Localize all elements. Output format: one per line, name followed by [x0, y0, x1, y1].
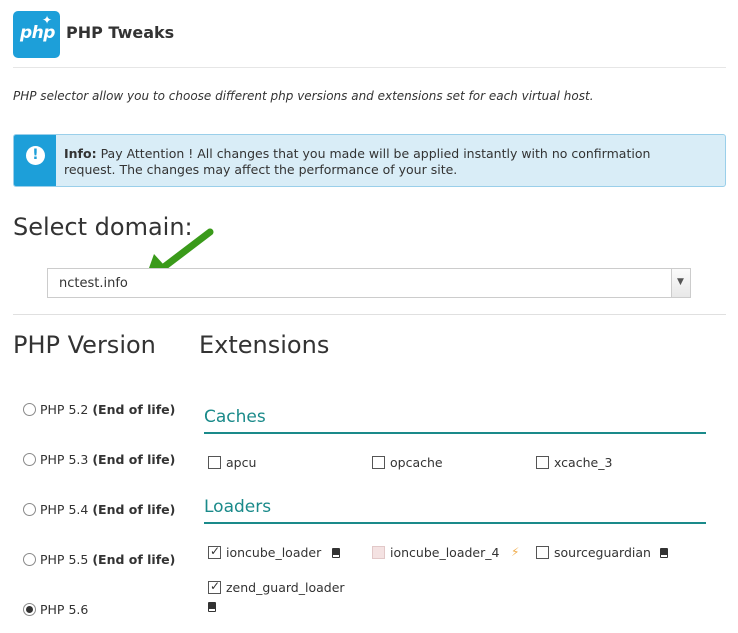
info-label: Info:	[64, 146, 97, 161]
checkbox[interactable]	[536, 456, 549, 469]
page-title: PHP Tweaks	[66, 23, 175, 42]
checkbox[interactable]	[208, 456, 221, 469]
divider	[13, 314, 726, 315]
checkbox-checked[interactable]	[208, 544, 221, 559]
radio-button[interactable]	[23, 503, 36, 516]
book-icon[interactable]	[208, 602, 216, 612]
book-icon[interactable]	[660, 548, 668, 558]
info-alert: ! Info: Pay Attention ! All changes that…	[13, 134, 726, 187]
checkbox-disabled	[372, 546, 385, 559]
page-header: php ✦ PHP Tweaks	[13, 11, 726, 68]
radio-button[interactable]	[23, 453, 36, 466]
exclamation-icon: !	[26, 146, 45, 165]
info-strip: !	[14, 135, 56, 186]
group-title-loaders: Loaders	[204, 497, 272, 517]
bolt-icon: ⚡	[511, 545, 520, 559]
radio-button[interactable]	[23, 403, 36, 416]
group-title-caches: Caches	[204, 407, 266, 427]
extensions-heading: Extensions	[199, 331, 330, 359]
select-toggle[interactable]: ▼	[671, 269, 690, 297]
info-text: Pay Attention ! All changes that you mad…	[64, 146, 651, 177]
domain-select-value: nctest.info	[59, 276, 128, 291]
info-message: Info: Pay Attention ! All changes that y…	[64, 146, 704, 178]
checkbox[interactable]	[372, 456, 385, 469]
page-description: PHP selector allow you to choose differe…	[13, 89, 594, 103]
sparkle-icon: ✦	[42, 13, 53, 27]
chevron-down-icon: ▼	[677, 277, 684, 287]
radio-button[interactable]	[23, 553, 36, 566]
php-logo-icon: php ✦	[13, 11, 60, 58]
radio-button-selected[interactable]	[23, 603, 36, 616]
book-icon[interactable]	[332, 548, 340, 558]
php-version-heading: PHP Version	[13, 331, 156, 359]
group-divider	[204, 432, 706, 434]
checkbox[interactable]	[536, 546, 549, 559]
domain-select[interactable]: nctest.info ▼	[47, 268, 691, 298]
checkbox-checked[interactable]	[208, 579, 221, 594]
group-divider	[204, 522, 706, 524]
